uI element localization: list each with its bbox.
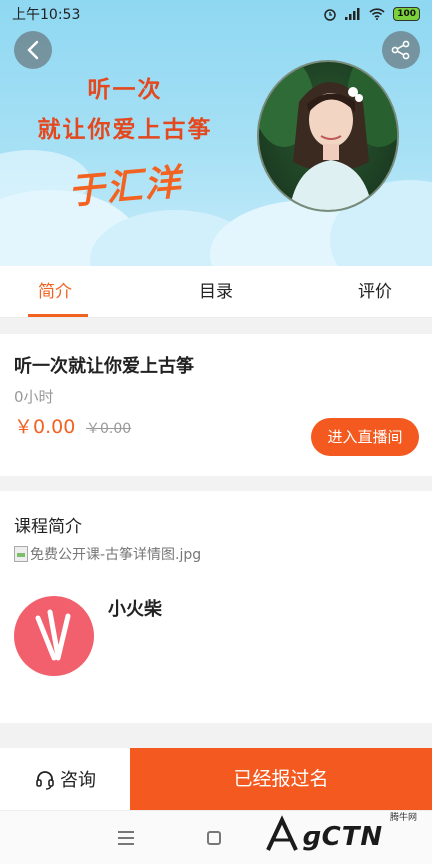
tab-catalog[interactable]: 目录: [199, 266, 233, 318]
intro-image-alt-text: 免费公开课-古筝详情图.jpg: [30, 547, 202, 563]
tab-bar: 简介 目录 评价: [0, 266, 432, 318]
signal-icon: [345, 8, 360, 20]
alarm-icon: [324, 9, 336, 21]
banner-headline-line2: 就让你爱上古筝: [37, 116, 213, 143]
bottom-action-bar: 咨询 已经报过名: [0, 748, 432, 810]
tab-intro[interactable]: 简介: [38, 266, 72, 318]
course-original-price: ￥0.00: [86, 421, 132, 437]
chevron-left-icon: [27, 40, 39, 60]
back-button[interactable]: [14, 31, 52, 69]
teacher-portrait: [257, 60, 399, 212]
status-icons: 100: [323, 7, 420, 21]
consult-label: 咨询: [60, 770, 96, 791]
course-title: 听一次就让你爱上古筝: [14, 356, 194, 377]
course-intro-card: 课程简介 免费公开课-古筝详情图.jpg 小火柴: [0, 491, 432, 723]
tab-reviews[interactable]: 评价: [358, 266, 392, 318]
home-icon[interactable]: [207, 831, 221, 845]
headset-icon: [36, 771, 54, 790]
share-icon: [391, 40, 410, 60]
battery-icon: 100: [393, 7, 420, 21]
menu-icon[interactable]: [118, 831, 134, 845]
watermark-small-text: 腾牛网: [390, 813, 418, 823]
wifi-icon: [369, 8, 385, 20]
share-button[interactable]: [382, 31, 420, 69]
portrait-figure: [259, 62, 397, 210]
watermark-text: ɡCTN: [302, 822, 384, 852]
org-logo: [14, 596, 94, 676]
matchstick-logo-icon: [35, 609, 71, 661]
course-price: ￥0.00: [14, 416, 76, 438]
course-info-card: 听一次就让你爱上古筝 0小时 ￥0.00 ￥0.00 进入直播间: [0, 334, 432, 476]
intro-section-title: 课程简介: [14, 517, 82, 537]
course-duration: 0小时: [14, 388, 54, 406]
intro-image-placeholder: 免费公开课-古筝详情图.jpg: [14, 544, 201, 564]
status-time: 上午10:53: [12, 7, 81, 23]
status-bar: 上午10:53 100: [0, 0, 432, 28]
org-name: 小火柴: [108, 599, 162, 620]
watermark-logo-icon: [266, 815, 298, 851]
site-watermark: ɡCTN 腾牛网: [262, 808, 430, 862]
banner-headline-line1: 听一次: [87, 76, 163, 103]
already-signed-up-button[interactable]: 已经报过名: [130, 748, 432, 810]
broken-image-icon: [14, 546, 28, 562]
active-tab-indicator: [28, 314, 88, 317]
enter-live-room-button[interactable]: 进入直播间: [311, 418, 419, 456]
consult-button[interactable]: 咨询: [0, 748, 130, 810]
